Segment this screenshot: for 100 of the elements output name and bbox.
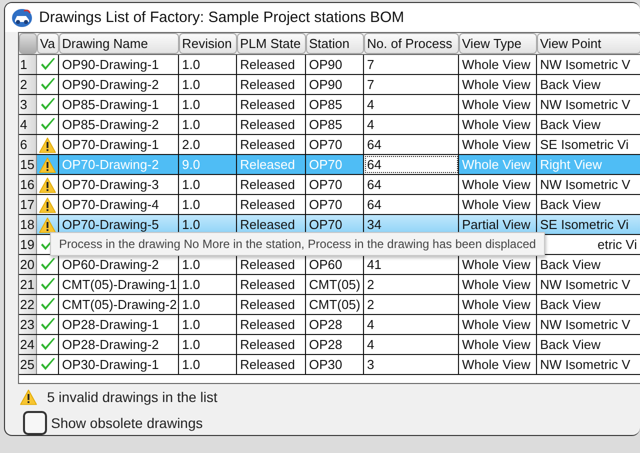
table-row[interactable]: 21 CMT(05)-Drawing-1 1.0 Released CMT(05) 2 Whole View NW Isometric V	[19, 275, 640, 295]
table-cell: OP28-Drawing-2	[59, 335, 179, 354]
table-row[interactable]: 16 OP70-Drawing-3 1.0 Released OP70 64 Whole View NW Isometric V	[19, 175, 640, 195]
table-cell: Whole View	[459, 55, 537, 74]
table-cell: 4	[364, 115, 459, 134]
row-number[interactable]: 16	[19, 175, 37, 194]
table-cell: Released	[237, 155, 306, 174]
table-cell: 4	[364, 315, 459, 334]
row-number[interactable]: 18	[19, 215, 37, 234]
table-cell: Whole View	[459, 275, 537, 294]
table-cell: NW Isometric V	[537, 355, 640, 374]
table-cell: NW Isometric V	[537, 55, 640, 74]
column-header[interactable]: View Type	[459, 33, 537, 54]
table-cell: NW Isometric V	[537, 315, 640, 334]
table-cell: Back View	[537, 115, 640, 134]
table-cell: CMT(05)	[306, 275, 364, 294]
table-cell: OP90	[306, 55, 364, 74]
table-cell: OP60	[306, 255, 364, 274]
table-row[interactable]: 4 OP85-Drawing-2 1.0 Released OP85 4 Whole View Back View	[19, 115, 640, 135]
row-number[interactable]: 17	[19, 195, 37, 214]
table-cell: Whole View	[459, 335, 537, 354]
table-cell: 2	[364, 275, 459, 294]
table-row[interactable]: 3 OP85-Drawing-1 1.0 Released OP85 4 Whole View NW Isometric V	[19, 95, 640, 115]
table-cell: Released	[237, 175, 306, 194]
table-row[interactable]: 2 OP90-Drawing-2 1.0 Released OP90 7 Whole View Back View	[19, 75, 640, 95]
table-row[interactable]: 1 OP90-Drawing-1 1.0 Released OP90 7 Whole View NW Isometric V	[19, 55, 640, 75]
table-cell: 64	[364, 175, 459, 194]
column-header[interactable]: Revision	[179, 33, 237, 54]
row-number[interactable]: 19	[19, 235, 37, 254]
row-number[interactable]: 22	[19, 295, 37, 314]
table-cell: Back View	[537, 335, 640, 354]
table-row[interactable]: 15 OP70-Drawing-2 9.0 Released OP70 64 Whole View Right View	[19, 155, 640, 175]
table-cell: OP70	[306, 135, 364, 154]
row-number[interactable]: 25	[19, 355, 37, 374]
row-number[interactable]: 1	[19, 55, 37, 74]
table-cell: OP85	[306, 95, 364, 114]
table-row[interactable]: 23 OP28-Drawing-1 1.0 Released OP28 4 Whole View NW Isometric V	[19, 315, 640, 335]
table-cell: 4	[364, 95, 459, 114]
table-cell: Released	[237, 195, 306, 214]
table-row[interactable]: 20 OP60-Drawing-2 1.0 Released OP60 41 Whole View Back View	[19, 255, 640, 275]
row-number[interactable]: 3	[19, 95, 37, 114]
table-cell: Released	[237, 315, 306, 334]
row-number[interactable]: 4	[19, 115, 37, 134]
table-row[interactable]: 25 OP30-Drawing-1 1.0 Released OP30 3 Whole View NW Isometric V	[19, 355, 640, 375]
table-cell: 7	[364, 75, 459, 94]
table-cell: Whole View	[459, 315, 537, 334]
table-cell: Released	[237, 75, 306, 94]
column-header[interactable]: Station	[306, 33, 364, 54]
table-cell: Whole View	[459, 95, 537, 114]
table-row[interactable]: 22 CMT(05)-Drawing-2 1.0 Released CMT(05) 2 Whole View Back View	[19, 295, 640, 315]
table-cell: Back View	[537, 195, 640, 214]
table-cell: Back View	[537, 295, 640, 314]
table-cell: 1.0	[179, 255, 237, 274]
checkbox-label[interactable]: Show obsolete drawings	[51, 415, 203, 431]
column-header[interactable]: PLM State	[237, 33, 306, 54]
table-cell: 1.0	[179, 75, 237, 94]
table-cell: 1.0	[179, 355, 237, 374]
table-cell: 1.0	[179, 295, 237, 314]
column-header[interactable]: Va	[37, 33, 59, 54]
checkbox[interactable]	[23, 411, 47, 435]
status-text: 5 invalid drawings in the list	[47, 389, 218, 405]
table-cell: Whole View	[459, 75, 537, 94]
table-cell: NW Isometric V	[537, 275, 640, 294]
table-cell: OP70-Drawing-2	[59, 155, 179, 174]
table-cell: 1.0	[179, 335, 237, 354]
table-cell: Released	[237, 55, 306, 74]
table-cell: OP70	[306, 195, 364, 214]
table-cell: NW Isometric V	[537, 95, 640, 114]
table-cell: 1.0	[179, 95, 237, 114]
table-cell: Whole View	[459, 355, 537, 374]
table-cell: 64	[364, 155, 459, 174]
table-cell: OP28	[306, 315, 364, 334]
table-cell: Released	[237, 335, 306, 354]
table-cell: Right View	[537, 155, 640, 174]
table-cell: Whole View	[459, 115, 537, 134]
window-title: Drawings List of Factory: Sample Project stations BOM	[39, 9, 404, 26]
row-number[interactable]: 21	[19, 275, 37, 294]
column-header[interactable]: No. of Process	[364, 33, 459, 54]
row-number[interactable]: 23	[19, 315, 37, 334]
column-header[interactable]: Drawing Name	[59, 33, 179, 54]
row-number[interactable]: 6	[19, 135, 37, 154]
table-row[interactable]: 24 OP28-Drawing-2 1.0 Released OP28 4 Whole View Back View	[19, 335, 640, 355]
table-cell: 2	[364, 295, 459, 314]
table-cell: Released	[237, 115, 306, 134]
tooltip: Process in the drawing No More in the station, Process in the drawing has been displaced	[50, 232, 545, 256]
row-number[interactable]: 15	[19, 155, 37, 174]
table-cell: OP30-Drawing-1	[59, 355, 179, 374]
row-number[interactable]: 24	[19, 335, 37, 354]
table-cell: OP70	[306, 175, 364, 194]
table-cell: 64	[364, 195, 459, 214]
column-header[interactable]: View Point	[537, 33, 640, 54]
table-cell: 7	[364, 55, 459, 74]
table-cell: OP70-Drawing-3	[59, 175, 179, 194]
table-cell: CMT(05)-Drawing-2	[59, 295, 179, 314]
table-cell: Back View	[537, 75, 640, 94]
table-cell: 1.0	[179, 55, 237, 74]
row-number[interactable]: 20	[19, 255, 37, 274]
table-cell: Released	[237, 355, 306, 374]
table-cell: 1.0	[179, 115, 237, 134]
row-number[interactable]: 2	[19, 75, 37, 94]
